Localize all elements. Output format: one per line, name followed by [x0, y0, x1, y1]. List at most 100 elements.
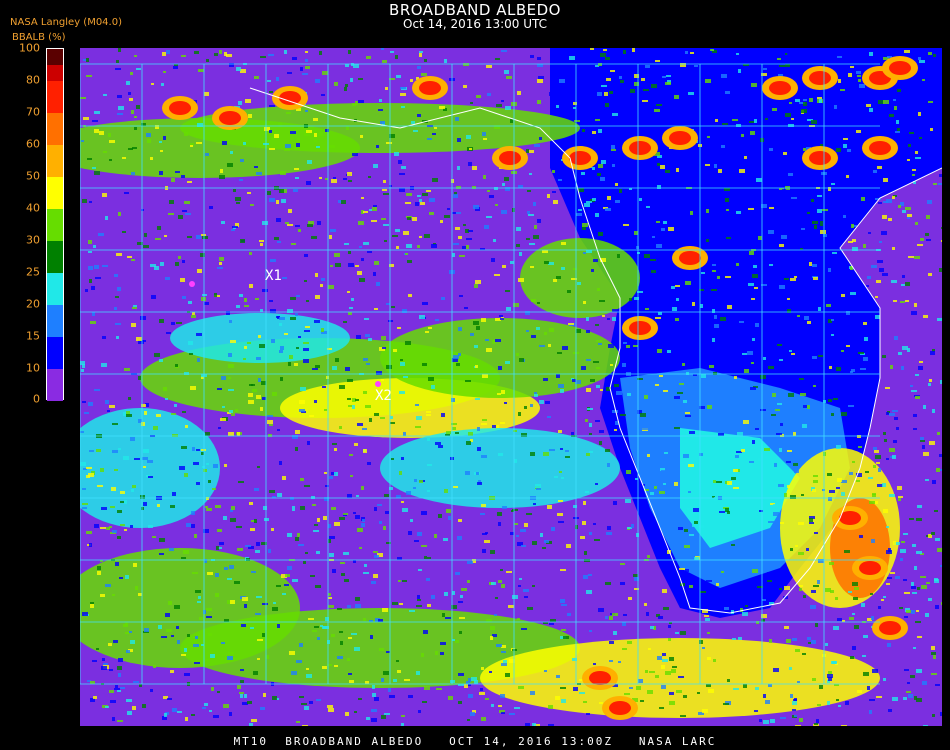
cloud-pixel	[916, 669, 922, 673]
cloud-pixel	[233, 189, 236, 192]
cloud-pixel	[893, 99, 896, 101]
cloud-pixel	[331, 634, 335, 637]
cloud-pixel	[708, 383, 711, 385]
marker-x2-label: X2	[375, 388, 392, 404]
cloud-pixel	[91, 286, 95, 290]
cloud-pixel	[363, 449, 367, 453]
cloud-pixel	[322, 386, 326, 388]
cloud-pixel	[829, 562, 834, 565]
cloud-pixel	[512, 208, 515, 212]
cloud-pixel	[440, 642, 446, 645]
cloud-pixel	[290, 131, 296, 134]
cloud-pixel	[317, 221, 321, 225]
cloud-pixel	[345, 367, 350, 371]
cloud-pixel	[713, 413, 716, 416]
cloud-pixel	[461, 588, 467, 591]
cloud-pixel	[918, 366, 923, 370]
cloud-pixel	[204, 302, 209, 305]
cloud-pixel	[333, 177, 336, 179]
cloud-pixel	[322, 71, 328, 75]
cloud-pixel	[669, 657, 674, 661]
cloud-pixel	[228, 353, 232, 357]
cloud-pixel	[744, 369, 749, 373]
cloud-pixel	[904, 592, 910, 594]
cloud-pixel	[276, 218, 281, 222]
cloud-pixel	[811, 120, 817, 124]
cloud-pixel	[406, 244, 412, 248]
cloud-pixel	[843, 215, 846, 218]
cloud-pixel	[674, 427, 680, 429]
cloud-pixel	[716, 583, 719, 586]
cloud-pixel	[196, 142, 202, 144]
cloud-pixel	[114, 688, 120, 690]
cloud-pixel	[157, 226, 161, 230]
cloud-pixel	[264, 518, 269, 521]
cloud-pixel	[306, 674, 312, 678]
cloud-pixel	[100, 468, 104, 472]
cloud-pixel	[928, 52, 932, 55]
cloud-pixel	[399, 188, 405, 192]
cloud-pixel	[470, 712, 475, 716]
cloud-pixel	[906, 691, 911, 693]
cloud-band	[380, 428, 620, 508]
cloud-pixel	[556, 276, 561, 279]
cloud-pixel	[633, 574, 638, 577]
cloud-pixel	[262, 289, 268, 292]
cloud-pixel	[675, 632, 679, 634]
cloud-pixel	[535, 484, 541, 488]
cloud-pixel	[607, 463, 610, 467]
cloud-pixel	[823, 452, 826, 456]
cloud-pixel	[221, 221, 225, 224]
cloud-pixel	[813, 277, 818, 280]
cloud-pixel	[339, 385, 345, 389]
cloud-pixel	[82, 488, 86, 490]
cloud-pixel	[161, 83, 164, 86]
cloud-pixel	[120, 491, 125, 494]
cloud-pixel	[760, 409, 766, 411]
cloud-pixel	[668, 227, 674, 231]
cloud-pixel	[901, 366, 904, 370]
cloud-pixel	[285, 144, 291, 148]
cloud-pixel	[220, 169, 223, 173]
cloud-pixel	[595, 483, 598, 485]
cloud-pixel	[852, 613, 855, 615]
cloud-pixel	[833, 398, 838, 400]
cloud-pixel	[908, 144, 911, 147]
cloud-pixel	[148, 525, 153, 528]
cloud-pixel	[113, 640, 118, 643]
cloud-pixel	[893, 440, 897, 443]
cloud-pixel	[533, 202, 536, 206]
convective-cell-core	[889, 61, 911, 75]
cloud-pixel	[197, 358, 200, 362]
cloud-pixel	[304, 280, 307, 282]
cloud-pixel	[779, 244, 784, 247]
cloud-pixel	[890, 365, 893, 369]
cloud-pixel	[303, 348, 309, 351]
cloud-pixel	[674, 95, 679, 99]
cloud-pixel	[929, 379, 932, 382]
cloud-pixel	[822, 489, 825, 491]
cloud-pixel	[494, 614, 497, 616]
cloud-pixel	[743, 684, 747, 688]
cloud-pixel	[343, 178, 347, 180]
cloud-pixel	[266, 655, 269, 659]
cloud-pixel	[595, 420, 600, 422]
cloud-pixel	[236, 202, 240, 204]
cloud-pixel	[622, 648, 627, 650]
cloud-pixel	[540, 533, 543, 537]
cloud-pixel	[586, 250, 592, 253]
cloud-pixel	[238, 481, 244, 483]
cloud-pixel	[798, 522, 804, 525]
cloud-pixel	[272, 607, 278, 611]
cloud-pixel	[759, 510, 763, 512]
cloud-pixel	[296, 347, 299, 349]
cloud-pixel	[786, 165, 790, 168]
cloud-pixel	[421, 545, 427, 547]
cloud-pixel	[363, 391, 367, 394]
cloud-pixel	[328, 597, 332, 599]
cloud-pixel	[636, 533, 639, 537]
cloud-pixel	[467, 719, 470, 721]
cloud-pixel	[521, 628, 527, 630]
cloud-pixel	[465, 380, 471, 382]
cloud-pixel	[86, 75, 92, 77]
